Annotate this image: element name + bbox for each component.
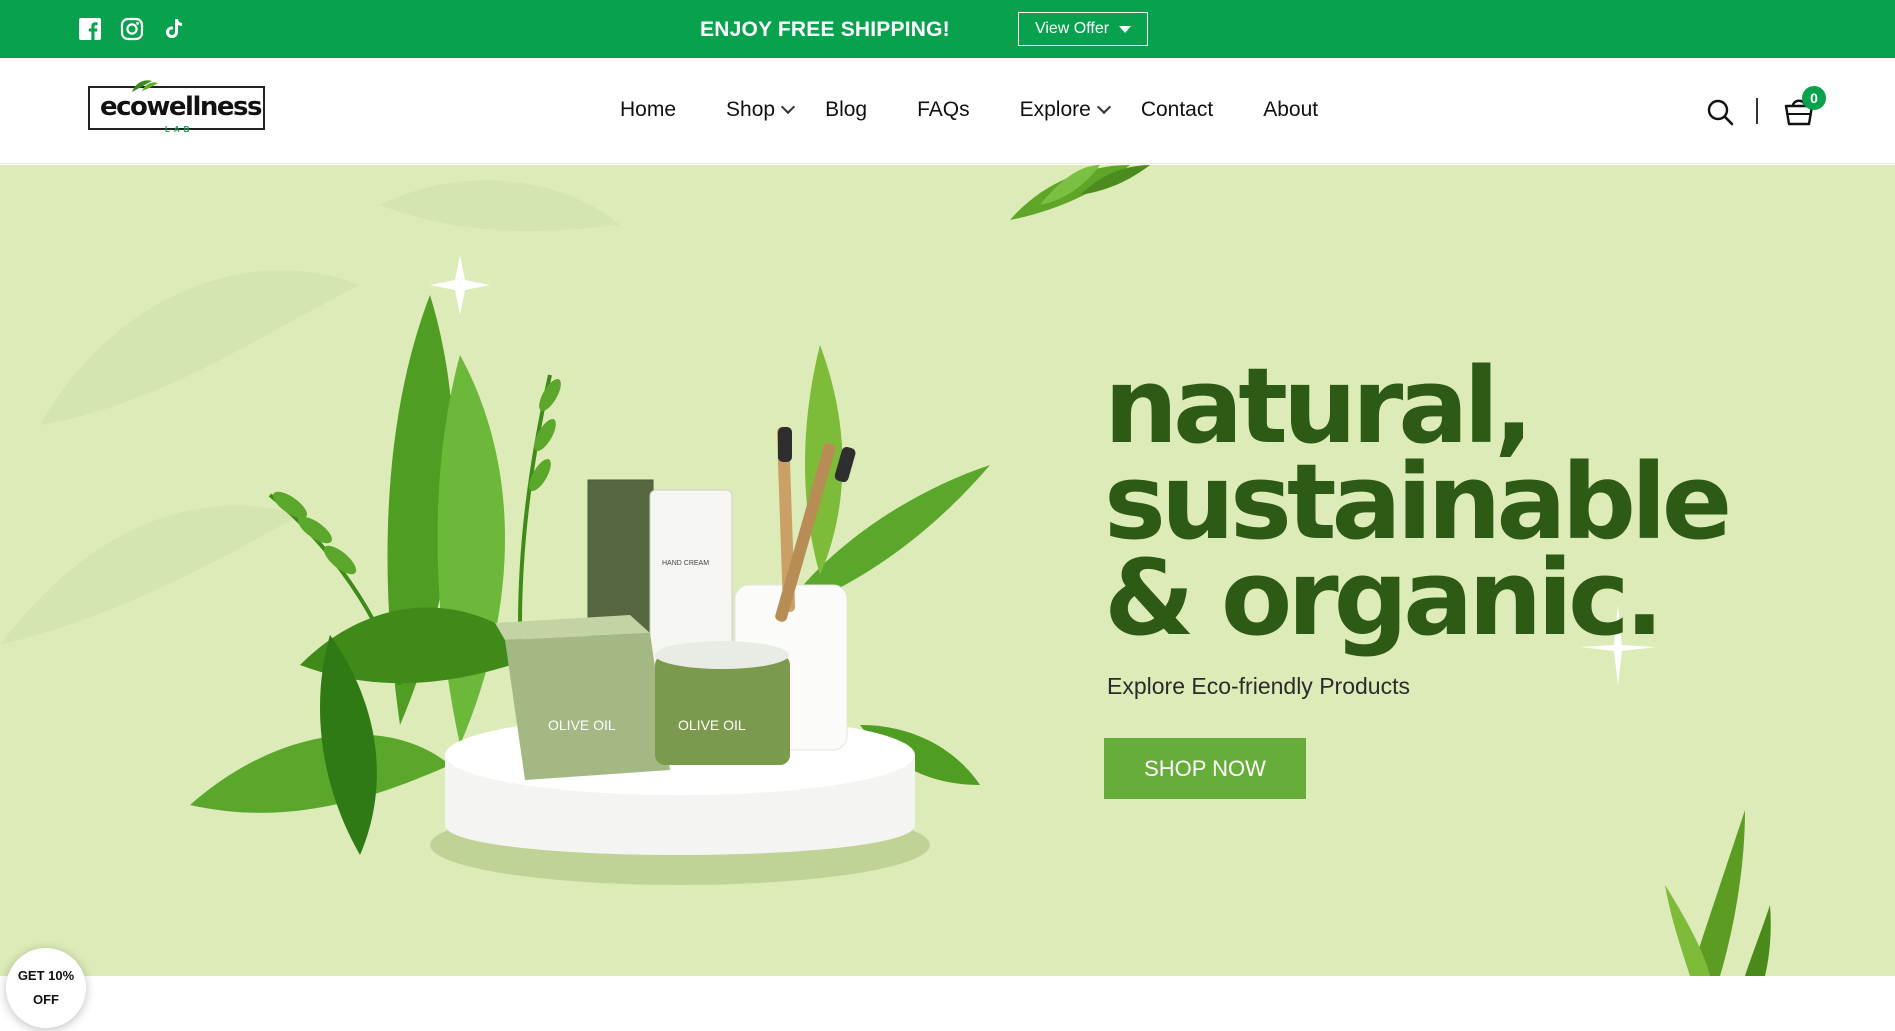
announcement-bar: ENJOY FREE SHIPPING! View Offer [0, 0, 1895, 58]
chevron-down-icon [781, 99, 796, 115]
main-nav: Home Shop Blog FAQs Explore Contact Abou… [620, 98, 1318, 122]
nav-about-label: About [1263, 98, 1319, 121]
hand-cream-label: HAND CREAM [662, 560, 709, 567]
cart-count-badge: 0 [1802, 86, 1826, 110]
nav-shop[interactable]: Shop [726, 98, 796, 122]
nav-shop-label: Shop [726, 98, 776, 121]
nav-home-label: Home [620, 98, 677, 121]
headline-line-3: & organic. [1104, 537, 1664, 659]
search-icon[interactable] [1706, 98, 1734, 126]
view-offer-label: View Offer [1034, 20, 1110, 37]
olive-oil-label-box: OLIVE OIL [548, 717, 616, 733]
hero-banner: HAND CREAM OLIVE OIL OLIVE OIL natural, … [0, 165, 1895, 976]
nav-blog[interactable]: Blog [825, 98, 867, 122]
nav-contact[interactable]: Contact [1141, 98, 1213, 122]
shop-now-label: SHOP NOW [1144, 755, 1266, 781]
nav-explore[interactable]: Explore [1019, 98, 1111, 122]
chevron-down-icon [1096, 99, 1111, 115]
announcement-text: ENJOY FREE SHIPPING! [700, 18, 950, 41]
promo-line-1: GET 10% [17, 968, 75, 983]
nav-about[interactable]: About [1263, 98, 1318, 122]
logo[interactable]: ecowellness LAB [88, 80, 266, 134]
discount-popup-button[interactable]: GET 10% OFF [6, 948, 86, 1028]
headline-line-2: sustainable [1104, 441, 1732, 563]
olive-oil-label-jar: OLIVE OIL [678, 717, 746, 733]
nav-explore-label: Explore [1019, 98, 1091, 121]
shop-now-button[interactable]: SHOP NOW [1104, 738, 1306, 799]
hero-headline: natural, sustainable & organic. [1104, 345, 1732, 659]
instagram-icon[interactable] [120, 17, 144, 41]
tiktok-icon[interactable] [162, 17, 186, 41]
nav-blog-label: Blog [825, 98, 868, 121]
logo-wordmark: ecowellness [100, 92, 262, 122]
logo-subtext: LAB [165, 125, 194, 134]
header-divider [1756, 98, 1758, 124]
hero-subline: Explore Eco-friendly Products [1107, 673, 1410, 699]
view-offer-button[interactable]: View Offer [1018, 12, 1148, 46]
facebook-icon[interactable] [78, 17, 102, 41]
social-links [78, 17, 186, 41]
nav-home[interactable]: Home [620, 98, 676, 122]
promo-line-2: OFF [32, 992, 59, 1007]
caret-down-icon [1119, 25, 1132, 33]
site-header: ecowellness LAB Home Shop Blog FAQs Expl… [0, 58, 1895, 164]
nav-contact-label: Contact [1140, 98, 1214, 121]
nav-faqs-label: FAQs [917, 98, 970, 121]
nav-faqs[interactable]: FAQs [917, 98, 970, 122]
headline-line-1: natural, [1104, 345, 1534, 467]
